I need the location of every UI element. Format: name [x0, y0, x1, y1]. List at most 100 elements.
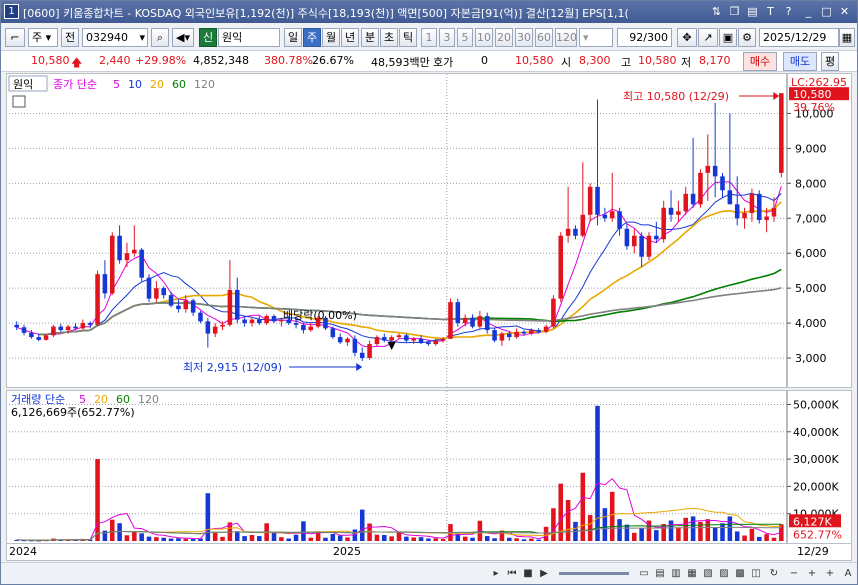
price-chart-pane[interactable]: 3,000 4,000 5,000 6,000 7,000 8,000 9,000 10,00… [6, 73, 852, 388]
candle-body [536, 330, 541, 332]
volume-bar [712, 527, 718, 541]
search-icon[interactable]: ⌕ [151, 28, 169, 47]
candle-body [426, 342, 431, 345]
volume-bar [426, 538, 431, 541]
interval-10[interactable]: 10 [475, 28, 493, 47]
volume-bar [749, 528, 755, 541]
zoom-out-icon[interactable]: − [787, 566, 801, 581]
minimize-icon[interactable]: _ [801, 4, 816, 19]
volume-chart-pane[interactable]: 10,000K 20,000K 30,000K 40,000K 50,000K 거래량 단… [6, 390, 852, 544]
candle-body [734, 204, 740, 219]
pin-icon[interactable]: T [763, 4, 778, 19]
quote-bar: 10,580 🡅 2,440 +29.98% 4,852,348 380.78%… [1, 51, 857, 72]
candle-body [712, 165, 718, 177]
volume-bar [168, 538, 174, 541]
candle-body [404, 335, 409, 341]
interval-120[interactable]: 120 [555, 28, 577, 47]
tab-second[interactable]: 초 [380, 28, 398, 47]
calendar-icon[interactable]: ▦ [839, 28, 855, 47]
interval-30[interactable]: 30 [515, 28, 533, 47]
tab-daily[interactable]: 일 [284, 28, 302, 47]
tab-tick[interactable]: 틱 [399, 28, 417, 47]
tab-weekly[interactable]: 주 [303, 28, 321, 47]
interval-20[interactable]: 20 [495, 28, 513, 47]
stock-name-field[interactable]: 원익 [218, 28, 280, 47]
candle-body [587, 186, 593, 215]
layout-icon-2[interactable]: ▤ [653, 566, 667, 581]
current-price: 10,580 [31, 54, 70, 67]
layout-icon-6[interactable]: ▨ [717, 566, 731, 581]
save-icon[interactable]: ▣ [719, 28, 737, 47]
help-icon[interactable]: ? [781, 4, 796, 19]
interval-3[interactable]: 3 [439, 28, 455, 47]
tab-yearly[interactable]: 년 [341, 28, 359, 47]
layout-icon-4[interactable]: ▦ [685, 566, 699, 581]
candle-body [249, 319, 255, 324]
candle-body [220, 324, 225, 327]
volume-bar [337, 535, 343, 541]
reset-zoom-icon[interactable]: + [823, 566, 837, 581]
count-input[interactable]: 92/300 [617, 28, 672, 47]
candle-body [87, 323, 93, 325]
crosshair-icon[interactable]: ✥ [677, 28, 697, 47]
candle-body [80, 323, 86, 329]
period-select[interactable]: 주 ▾ [28, 28, 58, 47]
candle-body [448, 302, 453, 339]
chart-type-icon[interactable]: ⌐ [5, 28, 25, 47]
date-input[interactable]: 2025/12/29 [759, 28, 839, 47]
candle-body [102, 274, 108, 294]
layout-icon-8[interactable]: ◫ [749, 566, 763, 581]
candle-body [21, 327, 27, 333]
interval-custom-input[interactable]: ▾ [579, 28, 613, 47]
layout-icon-7[interactable]: ▩ [733, 566, 747, 581]
refresh-icon[interactable]: ↻ [767, 566, 781, 581]
candle-body [507, 333, 512, 338]
high-arrow-head [773, 92, 780, 100]
close-icon[interactable]: ✕ [837, 4, 852, 19]
candle-body [727, 190, 733, 205]
tab-monthly[interactable]: 월 [322, 28, 340, 47]
volume-bar [183, 538, 189, 541]
price-change-pct: +29.98% [135, 54, 187, 67]
layout-icon-1[interactable]: ▭ [637, 566, 651, 581]
font-size-icon[interactable]: A [841, 566, 855, 581]
layout-icon-5[interactable]: ▧ [701, 566, 715, 581]
title-bar: 1 [0600] 키움종합차트 - KOSDAQ 외국인보유[1,192(천)]… [1, 1, 857, 23]
zoom-in-icon[interactable]: + [805, 566, 819, 581]
volume-bar [639, 527, 644, 541]
rewind-icon[interactable]: ⏮ [505, 566, 519, 581]
interval-5[interactable]: 5 [457, 28, 473, 47]
high-label: 고 [621, 56, 632, 69]
volume-bar [609, 491, 615, 541]
stock-code-input[interactable]: 032940 ▾ [82, 28, 148, 47]
memo-icon[interactable]: ▤ [745, 4, 760, 19]
prev-button[interactable]: 전 [61, 28, 79, 47]
volume-chart[interactable]: 10,000K20,000K30,000K40,000K50,000K거래량 단… [7, 391, 851, 543]
sell-button[interactable]: 매도 [783, 52, 817, 71]
tab-minute[interactable]: 분 [361, 28, 379, 47]
interval-60[interactable]: 60 [535, 28, 553, 47]
candle-body [234, 289, 240, 320]
low-price: 8,170 [699, 54, 731, 67]
interval-1[interactable]: 1 [421, 28, 437, 47]
price-chart[interactable]: 3,0004,0005,0006,0007,0008,0009,00010,00… [7, 74, 851, 387]
link-icon[interactable]: ⇅ [709, 4, 724, 19]
zoom-slider[interactable] [559, 572, 629, 575]
scroll-right-icon[interactable]: ▸ [489, 566, 503, 581]
sound-icon[interactable]: ◀▾ [172, 28, 194, 47]
settings-icon[interactable]: ⚙ [738, 28, 756, 47]
layout-icon-3[interactable]: ▥ [669, 566, 683, 581]
candle-body [168, 295, 174, 306]
app-badge-icon[interactable]: 1 [4, 4, 19, 19]
hoga-price: 10,580 [515, 54, 554, 67]
restore-icon[interactable]: ❐ [727, 4, 742, 19]
maximize-icon[interactable]: □ [819, 4, 834, 19]
candle-body [484, 316, 490, 331]
eval-button[interactable]: 평 [821, 52, 839, 71]
play-icon[interactable]: ▶ [537, 566, 551, 581]
candle-body [124, 253, 130, 261]
stop-icon[interactable]: ■ [521, 566, 535, 581]
draw-line-icon[interactable]: ↗ [698, 28, 718, 47]
candle-body [396, 335, 402, 338]
buy-button[interactable]: 매수 [743, 52, 777, 71]
